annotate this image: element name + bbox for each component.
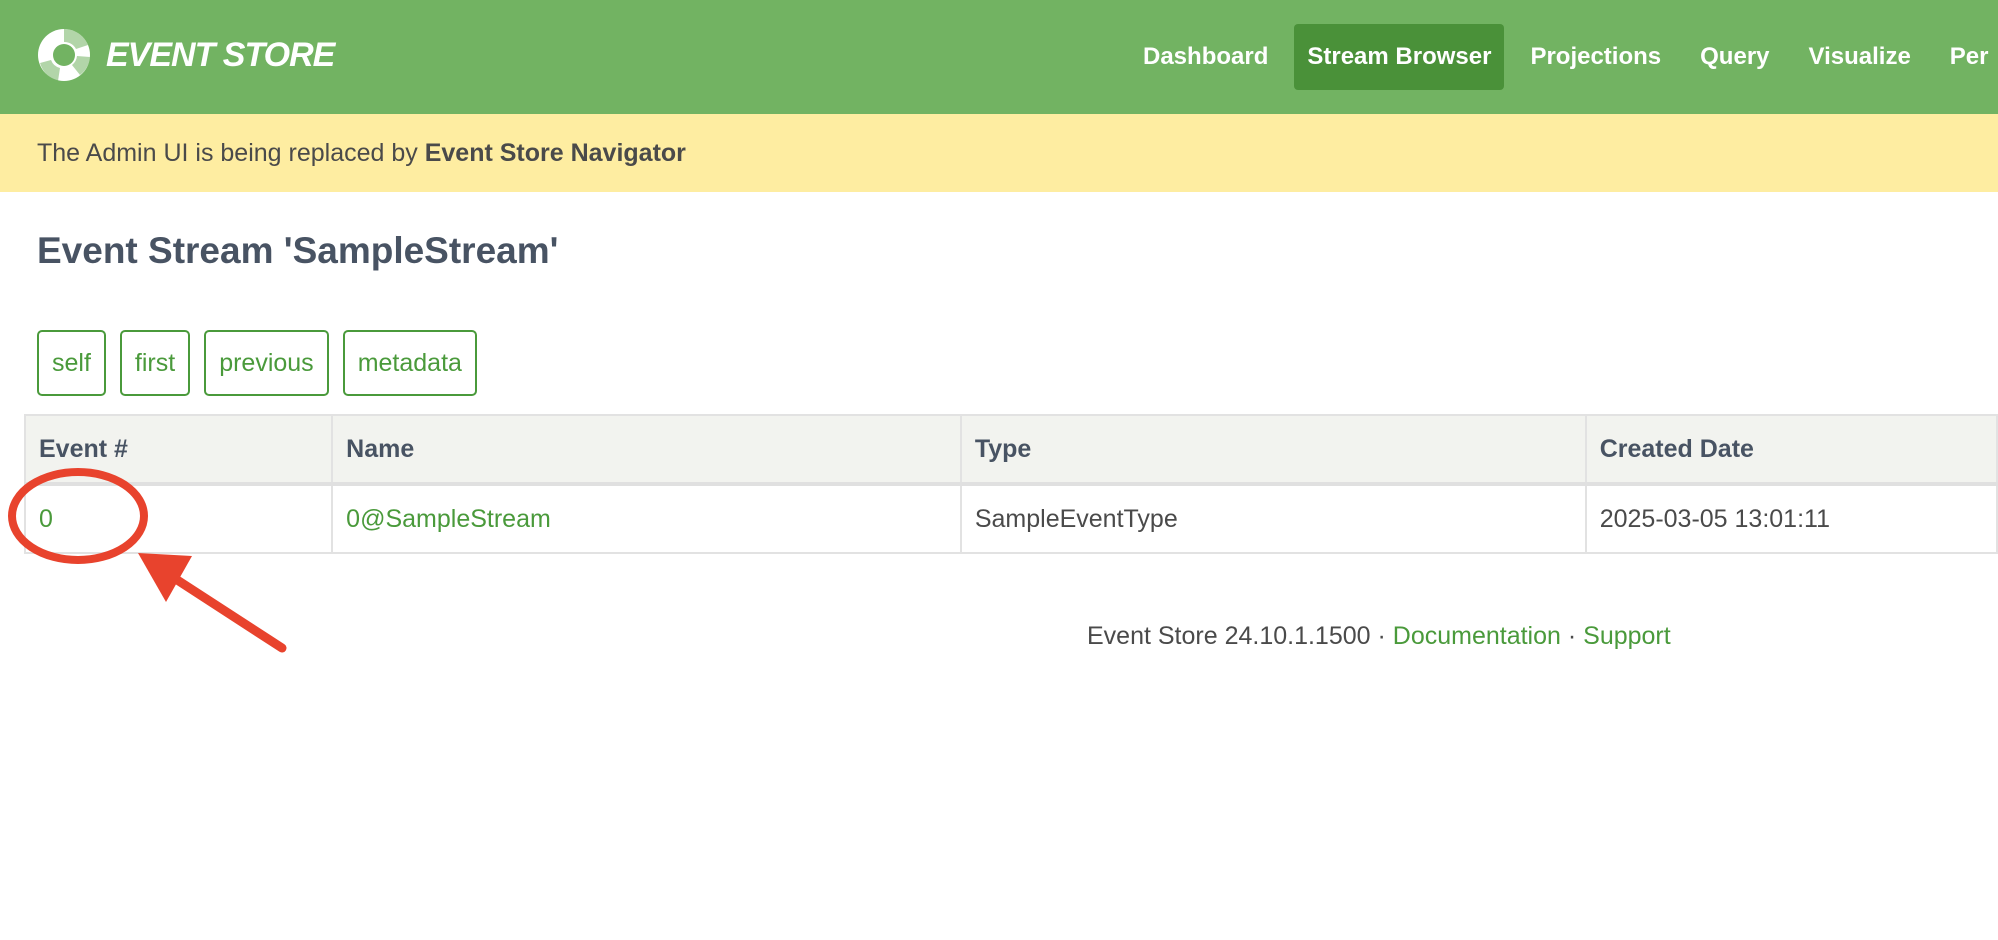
column-header-name: Name: [331, 414, 962, 486]
nav-item-dashboard[interactable]: Dashboard: [1130, 24, 1281, 90]
brand[interactable]: EVENT STORE: [36, 24, 335, 86]
stream-link-buttons: self first previous metadata: [37, 330, 491, 396]
event-name-link[interactable]: 0@SampleStream: [346, 505, 551, 533]
metadata-link-button[interactable]: metadata: [342, 330, 477, 396]
column-header-created-date: Created Date: [1584, 414, 1998, 486]
event-number-cell: 0: [23, 483, 334, 554]
event-created-date-cell: 2025-03-05 13:01:11: [1584, 483, 1998, 554]
column-header-event-number: Event #: [23, 414, 334, 486]
nav-item-stream-browser[interactable]: Stream Browser: [1294, 24, 1505, 90]
brand-name: EVENT STORE: [106, 35, 335, 74]
nav-item-query[interactable]: Query: [1687, 24, 1782, 90]
banner-highlight: Event Store Navigator: [424, 139, 686, 167]
nav-item-persistent-subscriptions[interactable]: Per: [1937, 24, 1998, 90]
documentation-link[interactable]: Documentation: [1393, 622, 1561, 650]
event-name-cell: 0@SampleStream: [331, 483, 962, 554]
footer: Event Store 24.10.1.1500 · Documentation…: [1087, 622, 1671, 651]
event-type-cell: SampleEventType: [959, 483, 1587, 554]
column-header-type: Type: [959, 414, 1587, 486]
previous-link-button[interactable]: previous: [204, 330, 329, 396]
main-nav: Dashboard Stream Browser Projections Que…: [1130, 24, 1998, 90]
event-number-link[interactable]: 0: [39, 505, 53, 533]
support-link[interactable]: Support: [1583, 622, 1671, 650]
footer-version: Event Store 24.10.1.1500: [1087, 622, 1371, 650]
first-link-button[interactable]: first: [119, 330, 191, 396]
events-table: Event # Name Type Created Date 0 0@Sampl…: [23, 414, 1998, 554]
table-row: 0 0@SampleStream SampleEventType 2025-03…: [23, 483, 1998, 554]
self-link-button[interactable]: self: [37, 330, 106, 396]
deprecation-banner: The Admin UI is being replaced by Event …: [0, 114, 1998, 192]
nav-item-visualize[interactable]: Visualize: [1796, 24, 1924, 90]
annotation-arrow-head: [138, 553, 192, 602]
table-header-row: Event # Name Type Created Date: [23, 414, 1998, 486]
footer-separator: ·: [1370, 622, 1393, 650]
top-navbar: EVENT STORE Dashboard Stream Browser Pro…: [0, 0, 1998, 114]
page-title: Event Stream 'SampleStream': [37, 230, 559, 271]
banner-text: The Admin UI is being replaced by: [37, 139, 425, 167]
nav-item-projections[interactable]: Projections: [1517, 24, 1674, 90]
footer-separator: ·: [1560, 622, 1584, 650]
event-store-logo-icon: [38, 29, 90, 81]
annotation-arrow-shaft: [163, 569, 287, 653]
